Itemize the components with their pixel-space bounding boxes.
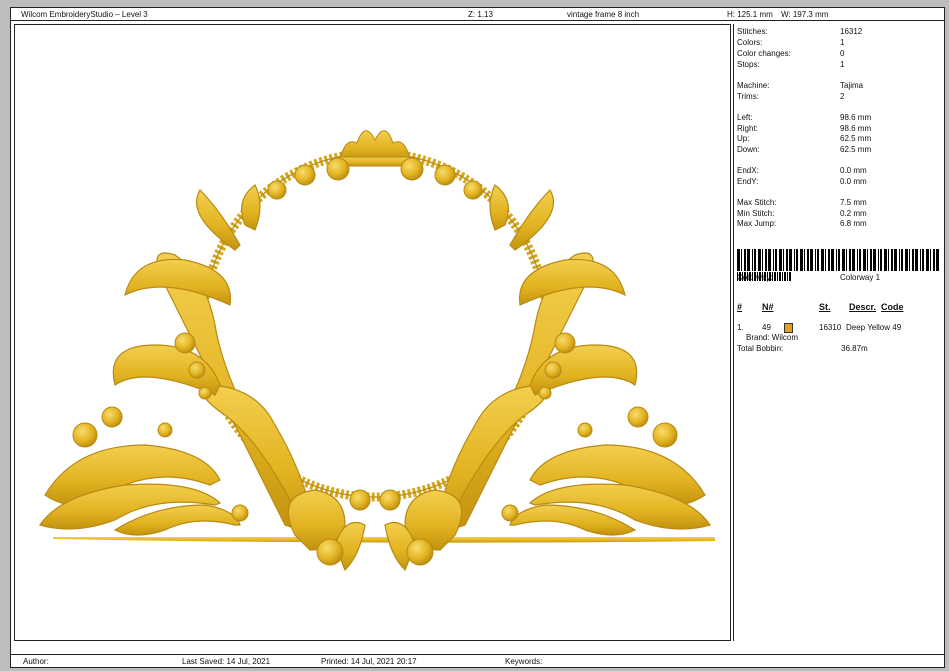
thread-number: 49 [762,323,771,332]
design-width: W: 197.3 mm [781,10,829,19]
right-flourish [384,184,711,572]
header-bar: Wilcom EmbroideryStudio – Level 3 Z: 1.1… [11,8,944,21]
thread-stitches: 16310 [819,323,842,332]
design-height: H: 125.1 mm [727,10,773,19]
stat-max-jump: Max Jump: 6.8 mm [737,219,867,228]
column-index: # [737,302,743,312]
stat-color-changes: Color changes: 0 [737,49,845,58]
crown-ornament [336,130,414,167]
stat-down: Down: 62.5 mm [737,145,872,154]
base-line [53,537,715,543]
stat-stops: Stops: 1 [737,60,845,69]
stat-endx: EndX: 0.0 mm [737,166,867,175]
author-label: Author: [23,657,49,666]
thread-color-swatch [784,323,793,333]
column-stitches: St. [819,302,831,312]
thread-description: Deep Yellow 49 [846,323,902,332]
column-description: Descr. [849,302,877,312]
stat-trims: Trims: 2 [737,92,845,101]
thread-index: 1. [737,323,744,332]
column-number: N# [762,302,774,312]
app-title: Wilcom EmbroideryStudio – Level 3 [21,10,148,19]
stat-left: Left: 98.6 mm [737,113,872,122]
stat-right: Right: 98.6 mm [737,124,872,133]
thread-brand: Brand: Wilcom [746,333,799,342]
total-bobbin-label: Total Bobbin: [737,344,784,353]
stat-machine: Machine: Tajima [737,81,864,90]
embroidery-design [39,130,715,572]
last-saved: Last Saved: 14 Jul, 2021 [182,657,271,666]
total-bobbin-value: 36.87m [841,344,868,353]
stat-colors: Colors: 1 [737,38,845,47]
stat-max-stitch: Max Stitch: 7.5 mm [737,198,867,207]
design-name: vintage frame 8 inch [567,10,640,19]
design-info-panel: Stitches: 16312 Colors: 1 Color changes: 0 … [733,24,943,641]
printed-date: Printed: 14 Jul, 2021 20:17 [321,657,417,666]
stat-endy: EndY: 0.0 mm [737,177,867,186]
keywords-label: Keywords: [505,657,543,666]
footer-bar: Author: Last Saved: 14 Jul, 2021 Printed… [11,654,944,667]
colorway-row: Colorway: Colorway 1 [737,273,881,282]
left-flourish [39,184,366,572]
print-preview-sheet: Wilcom EmbroideryStudio – Level 3 Z: 1.1… [10,7,945,668]
design-canvas [14,24,731,641]
stat-up: Up: 62.5 mm [737,134,872,143]
zoom-level: Z: 1.13 [468,10,493,19]
column-code: Code [881,302,904,312]
stat-min-stitch: Min Stitch: 0.2 mm [737,209,867,218]
stat-stitches: Stitches: 16312 [737,27,863,36]
